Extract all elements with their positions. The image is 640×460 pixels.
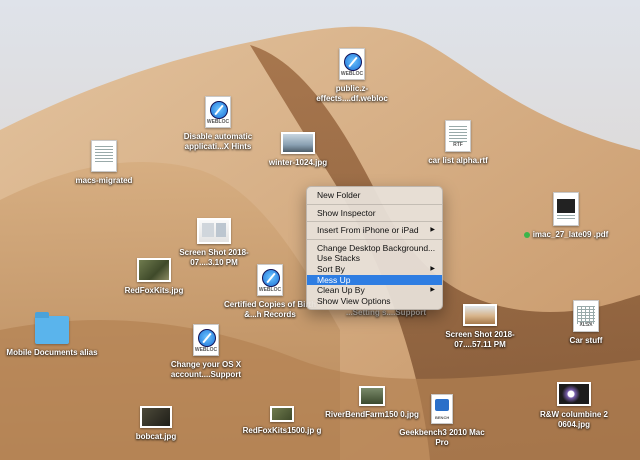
menu-item-mess-up[interactable]: Mess Up: [307, 274, 442, 286]
desktop-icon-car-stuff[interactable]: XLSX Car stuff: [538, 300, 634, 346]
menu-item-use-stacks[interactable]: Use Stacks: [307, 253, 442, 264]
icon-label: public.z-effects....df.webloc: [316, 84, 388, 103]
desktop-icon-car-list-alpha-rtf[interactable]: RTF car list alpha.rtf: [410, 120, 506, 166]
icon-label: imac_27_late09 .pdf: [518, 230, 614, 240]
folder-icon: [35, 312, 69, 344]
desktop-icon-public-z-effects-webloc[interactable]: WEBLOC public.z-effects....df.webloc: [304, 48, 400, 104]
green-tag-icon: [523, 231, 530, 238]
webloc-file-icon: WEBLOC: [339, 48, 365, 80]
menu-item-show-view-options[interactable]: Show View Options: [307, 296, 442, 307]
icon-label: R&W columbine 2 0604.jpg: [539, 410, 608, 429]
webloc-file-icon: WEBLOC: [205, 96, 231, 128]
desktop-icon-change-os-x-account-webloc[interactable]: WEBLOC Change your OS X account....Suppo…: [158, 324, 254, 380]
image-thumbnail-icon: [137, 258, 171, 282]
icon-label: Geekbench3 2010 Mac Pro: [399, 428, 485, 447]
text-document-icon: [91, 140, 117, 172]
image-thumbnail-icon: [140, 406, 172, 428]
icon-label: Certified Copies of Birth &...h Records: [223, 300, 316, 319]
webloc-file-icon: WEBLOC: [193, 324, 219, 356]
icon-label: RedFoxKits.jpg: [124, 286, 184, 295]
menu-item-new-folder[interactable]: New Folder: [307, 190, 442, 201]
pdf-document-icon: [553, 192, 579, 226]
image-thumbnail-icon: [557, 382, 591, 406]
desktop-icon-imac-27-late09-pdf[interactable]: imac_27_late09 .pdf: [518, 192, 614, 240]
desktop-icon-mobile-documents-alias[interactable]: Mobile Documents alias: [4, 312, 100, 358]
image-thumbnail-icon: [270, 406, 294, 422]
webloc-file-icon: WEBLOC: [257, 264, 283, 296]
screenshot-thumbnail-icon: [463, 304, 497, 326]
desktop-icon-certified-copies-webloc[interactable]: WEBLOC Certified Copies of Birth &...h R…: [222, 264, 318, 320]
submenu-arrow-icon: ▶: [430, 287, 435, 294]
icon-label: Mobile Documents alias: [6, 348, 98, 357]
desktop-icon-rw-columbine-jpg[interactable]: R&W columbine 2 0604.jpg: [526, 382, 622, 430]
icon-label: winter-1024.jpg: [268, 158, 328, 167]
desktop-context-menu: New Folder Show Inspector Insert From iP…: [306, 186, 443, 311]
icon-label: macs-migrated: [75, 176, 133, 185]
image-thumbnail-icon: [359, 386, 385, 406]
desktop-icon-redfoxkits-jpg[interactable]: RedFoxKits.jpg: [106, 258, 202, 296]
menu-item-change-desktop-background[interactable]: Change Desktop Background...: [307, 243, 442, 254]
icon-label: bobcat.jpg: [135, 432, 177, 441]
rtf-document-icon: RTF: [445, 120, 471, 152]
desktop-icon-geekbench3-2010-mac-pro[interactable]: BENCH Geekbench3 2010 Mac Pro: [394, 394, 490, 448]
menu-separator: [307, 203, 442, 205]
menu-item-show-inspector[interactable]: Show Inspector: [307, 208, 442, 219]
menu-separator: [307, 221, 442, 223]
icon-label: Car stuff: [569, 336, 603, 345]
geekbench-document-icon: BENCH: [431, 394, 453, 424]
submenu-arrow-icon: ▶: [430, 227, 435, 234]
icon-label: Change your OS X account....Support: [170, 360, 242, 379]
screenshot-thumbnail-icon: [197, 218, 231, 244]
image-thumbnail-icon: [281, 132, 315, 154]
desktop-icon-redfoxkits1500-jpg[interactable]: RedFoxKits1500.jp g: [234, 406, 330, 436]
menu-item-clean-up-by[interactable]: Clean Up By ▶: [307, 285, 442, 296]
spreadsheet-document-icon: XLSX: [573, 300, 599, 332]
desktop-icon-screen-shot-57-11-pm[interactable]: Screen Shot 2018-07....57.11 PM: [432, 304, 528, 350]
icon-label: Screen Shot 2018-07....57.11 PM: [445, 330, 515, 349]
desktop-icon-winter-1024-jpg[interactable]: winter-1024.jpg: [250, 132, 346, 168]
desktop-icon-bobcat-jpg[interactable]: bobcat.jpg: [108, 406, 204, 442]
icon-label: car list alpha.rtf: [428, 156, 488, 165]
icon-label: RedFoxKits1500.jp g: [242, 426, 322, 435]
desktop[interactable]: WEBLOC public.z-effects....df.webloc WEB…: [0, 0, 640, 460]
menu-item-sort-by[interactable]: Sort By ▶: [307, 264, 442, 275]
menu-separator: [307, 238, 442, 240]
submenu-arrow-icon: ▶: [430, 265, 435, 272]
desktop-icon-macs-migrated[interactable]: macs-migrated: [56, 140, 152, 186]
menu-item-insert-from-iphone[interactable]: Insert From iPhone or iPad ▶: [307, 225, 442, 236]
